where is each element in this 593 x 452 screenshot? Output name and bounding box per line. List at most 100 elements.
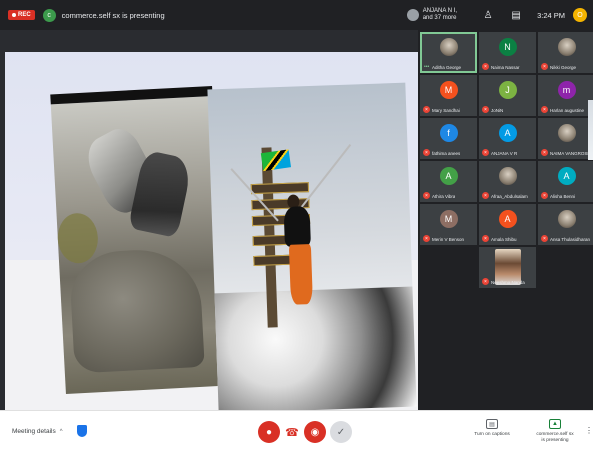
mic-muted-icon: × <box>423 106 430 113</box>
top-bar-right: ANJANA N I, and 37 more ♙ ▤ 3:24 PM O <box>406 0 593 30</box>
participant-tile[interactable]: A × ANJANA V R <box>479 118 536 159</box>
participant-name: ANJANA V R <box>491 151 518 156</box>
participant-avatar: M <box>439 210 458 228</box>
presenter-avatar: c <box>42 8 56 22</box>
mic-muted-icon: × <box>423 149 430 156</box>
participant-photo <box>439 38 458 56</box>
participant-avatar: M <box>439 81 458 99</box>
climbers-photo <box>50 85 228 395</box>
participants-chip[interactable]: ANJANA N I, and 37 more <box>406 8 457 22</box>
trekking-pole <box>300 143 352 209</box>
recording-badge: REC <box>8 10 35 20</box>
participant-panel: ••• Aditha George N × Naima Nassar × Nikki Geo… <box>418 30 593 410</box>
rec-label: REC <box>18 12 31 18</box>
hiker <box>283 206 311 247</box>
participant-avatar: f <box>439 124 458 142</box>
summit-photo <box>207 82 417 410</box>
participant-tile[interactable]: ••• Aditha George <box>420 32 477 73</box>
participant-avatar: A <box>498 124 517 142</box>
participant-name: Alisha Benni <box>550 194 576 199</box>
hangup-icon[interactable]: ☎ <box>282 421 302 443</box>
participant-tile[interactable]: × Nikki George <box>538 32 593 73</box>
captions-label: Turn on captions <box>474 432 510 437</box>
participant-name: Naima Nassar <box>491 65 520 70</box>
mic-off-icon[interactable]: ● <box>258 421 280 443</box>
speaking-indicator-icon: ••• <box>424 64 430 70</box>
check-icon[interactable]: ✓ <box>330 421 352 443</box>
captions-icon: ▤ <box>486 419 498 429</box>
participant-tile[interactable]: × Neeshma Nanda <box>479 247 536 288</box>
participant-name: Merin V Benson <box>432 237 465 242</box>
participant-tile[interactable]: × Afraa_Abdulsalam <box>479 161 536 202</box>
presenter-text: commerce.self sx is presenting <box>61 10 165 20</box>
bottom-bar: Meeting details ^ ● ☎ ◉ ✓ ▤ Turn on capt… <box>0 410 593 452</box>
participant-tile[interactable]: m × Harlan augustine <box>538 75 593 116</box>
participant-name: Neeshma Nanda <box>491 280 525 285</box>
participant-photo <box>557 210 576 228</box>
camera-off-icon[interactable]: ◉ <box>304 421 326 443</box>
record-dot-icon <box>12 13 16 17</box>
participant-name: Athira Vibra <box>432 194 456 199</box>
participant-avatar: J <box>498 81 517 99</box>
participant-photo <box>557 124 576 142</box>
sign-board <box>250 182 310 195</box>
presenting-label: commerce.self sx is presenting <box>536 432 573 444</box>
chat-icon[interactable]: ▤ <box>509 8 523 22</box>
meeting-details-label: Meeting details <box>12 428 56 435</box>
mic-muted-icon: × <box>423 192 430 199</box>
clock: 3:24 PM <box>537 10 565 20</box>
mic-muted-icon: × <box>482 235 489 242</box>
participant-avatar: A <box>498 210 517 228</box>
mic-muted-icon: × <box>541 149 548 156</box>
participant-tile[interactable]: J × JoNiN <box>479 75 536 116</box>
participant-tile[interactable]: M × Merin V Benson <box>420 204 477 245</box>
participant-tile[interactable]: f × fathima anees <box>420 118 477 159</box>
side-strip <box>588 100 593 160</box>
participant-name: Ansa Thulasidharan <box>550 237 590 242</box>
self-avatar[interactable]: O <box>573 8 587 22</box>
more-options-icon[interactable]: ⋮ <box>585 426 593 435</box>
shield-icon[interactable] <box>77 425 87 437</box>
participant-tile[interactable]: A × Alisha Benni <box>538 161 593 202</box>
rock <box>68 246 205 374</box>
participant-tile[interactable]: × Ansa Thulasidharan <box>538 204 593 245</box>
participant-tile[interactable]: M × Mary Sandhai <box>420 75 477 116</box>
meet-window: REC c commerce.self sx is presenting ANJ… <box>0 0 593 452</box>
participant-avatar <box>406 9 419 21</box>
participant-name: JoNiN <box>491 108 504 113</box>
meeting-details-button[interactable]: Meeting details ^ <box>12 428 63 435</box>
mic-muted-icon: × <box>541 235 548 242</box>
participant-avatar: A <box>439 167 458 185</box>
participant-name: Nikki George <box>550 65 577 70</box>
participant-tile[interactable]: × NAIMA VANGROSE <box>538 118 593 159</box>
participant-tile[interactable]: A × Amala Shibu <box>479 204 536 245</box>
participant-name: Mary Sandhai <box>432 108 460 113</box>
participant-name: Amala Shibu <box>491 237 517 242</box>
participants-line2: and 37 more <box>422 15 457 21</box>
participant-avatar: m <box>557 81 576 99</box>
presenting-label-line2: is presenting <box>541 438 569 443</box>
people-icon[interactable]: ♙ <box>481 8 495 22</box>
participant-tile[interactable]: N × Naima Nassar <box>479 32 536 73</box>
participant-avatar: A <box>557 167 576 185</box>
mic-muted-icon: × <box>482 63 489 70</box>
snowy-rocks <box>214 286 417 410</box>
present-screen-icon: ▲ <box>549 419 561 429</box>
presenting-button[interactable]: ▲ commerce.self sx is presenting <box>525 419 585 444</box>
mic-muted-icon: × <box>541 106 548 113</box>
participant-photo <box>557 38 576 56</box>
mic-muted-icon: × <box>541 192 548 199</box>
participant-grid: ••• Aditha George N × Naima Nassar × Nikki Geo… <box>420 32 593 288</box>
participant-name: Aditha George <box>432 65 462 70</box>
mic-muted-icon: × <box>482 106 489 113</box>
top-bar: REC c commerce.self sx is presenting ANJ… <box>0 0 593 30</box>
participant-name: Afraa_Abdulsalam <box>491 194 528 199</box>
chevron-up-icon: ^ <box>59 428 63 435</box>
participant-tile[interactable]: A × Athira Vibra <box>420 161 477 202</box>
mic-muted-icon: × <box>423 235 430 242</box>
captions-button[interactable]: ▤ Turn on captions <box>462 419 522 438</box>
hiker-legs <box>288 244 313 305</box>
participant-photo <box>498 167 517 185</box>
mic-muted-icon: × <box>482 149 489 156</box>
participants-summary: ANJANA N I, and 37 more <box>423 8 457 22</box>
